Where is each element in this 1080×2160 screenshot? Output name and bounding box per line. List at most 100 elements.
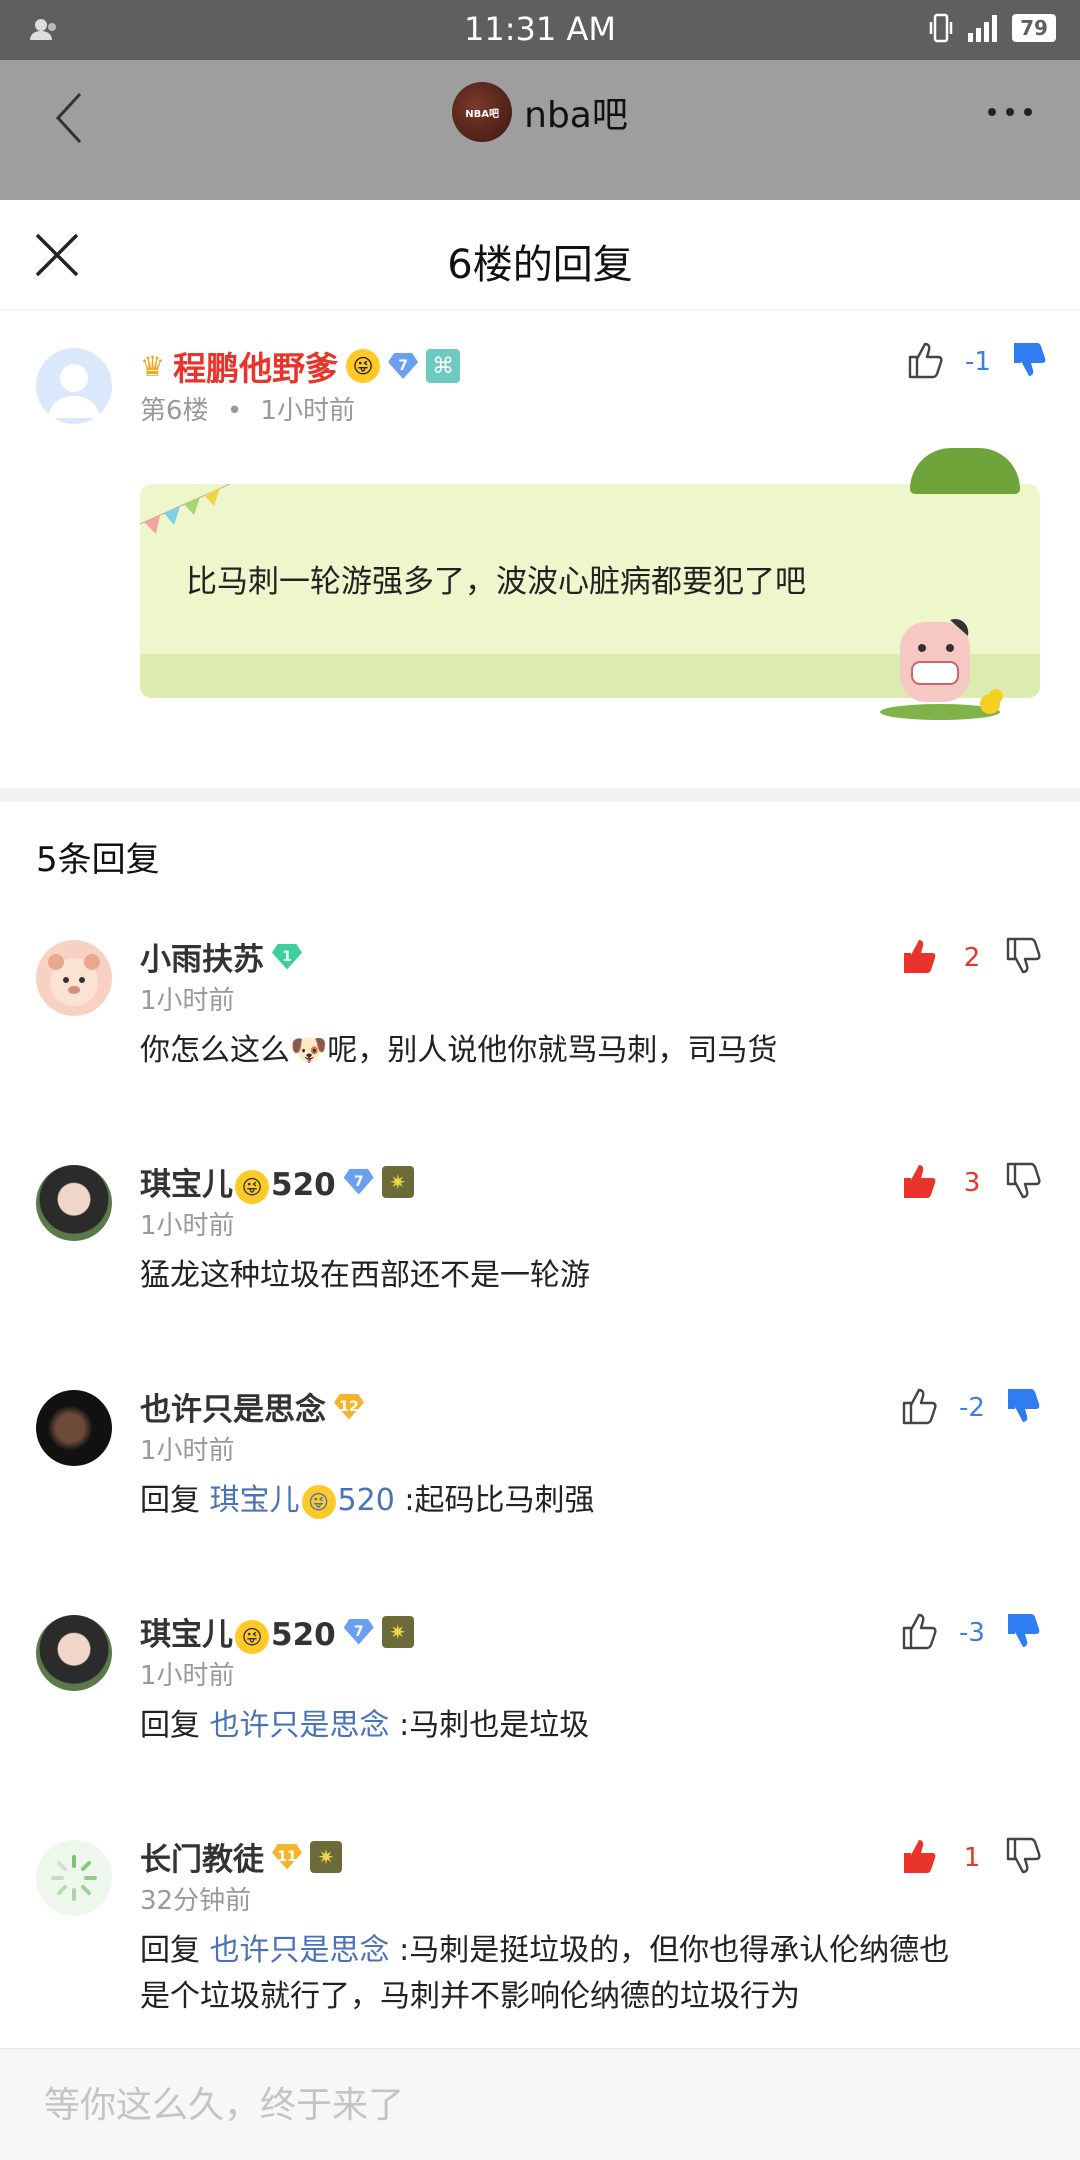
thumbs-down-icon[interactable] [1004,1161,1044,1205]
vote-count: 2 [963,943,981,973]
forum-title[interactable]: NBA吧 nba吧 [0,82,1080,142]
reply-time: 1小时前 [140,1436,235,1466]
reply-text: 你怎么这么 [140,1033,290,1068]
avatar[interactable] [36,1840,112,1916]
mention-link[interactable]: 也许只是思念 [210,1708,390,1743]
reply-text: :马刺是挺垃圾的，但你也得承认伦纳德也 [399,1933,950,1968]
reply-text: :起码比马刺强 [404,1483,595,1518]
thumbs-up-icon[interactable] [906,340,946,384]
mention-link[interactable]: 琪宝儿 😜 520 [209,1483,395,1519]
medal-icon: ✷ [381,1615,414,1648]
post-bubble: 比马刺一轮游强多了，波波心脏病都要犯了吧 [140,448,1040,720]
thumbs-up-icon[interactable] [900,1386,940,1430]
clock: 11:31 AM [464,10,616,48]
post-time: 1小时前 [260,396,355,426]
username-text: 琪宝儿 [140,1167,233,1203]
thumbs-down-icon[interactable] [1004,1836,1044,1880]
post-author-row: ♛ 程鹏他野爹 😜 7 ⌘ [140,342,461,390]
vote-count: -2 [959,1393,985,1423]
mention-text: 琪宝儿 [209,1483,300,1518]
reply-prefix: 回复 [140,1483,200,1518]
vote-count: 1 [963,1843,981,1873]
level-badge: 12 [334,1393,364,1420]
post-meta: 第6楼 • 1小时前 [140,390,355,427]
vote-group: -1 [906,340,1050,384]
vote-group: 1 [900,1836,1044,1880]
avatar[interactable] [36,1615,112,1691]
floor-number: 第6楼 [140,396,209,426]
level-badge: 7 [388,353,419,379]
username-text: 520 [271,1617,336,1653]
wink-emoji-icon: 😜 [235,1619,269,1654]
reply-time: 32分钟前 [140,1886,252,1916]
more-options-icon[interactable] [988,108,1032,116]
reply-author-row: 琪宝儿 😜 520 7 ✷ [140,1609,414,1654]
dog-emoji-icon: 🐶 [290,1033,328,1068]
reply-prefix: 回复 [140,1933,200,1968]
thumbs-up-filled-icon[interactable] [900,936,940,980]
reply-time: 1小时前 [140,986,235,1016]
reply-content: 回复 也许只是思念 :马刺也是垃圾 [140,1703,1050,1749]
avatar[interactable] [36,940,112,1016]
thumbs-down-filled-icon[interactable] [1004,1386,1044,1430]
thumbs-down-filled-icon[interactable] [1004,1611,1044,1655]
post-content: 比马刺一轮游强多了，波波心脏病都要犯了吧 [186,564,806,600]
mention-link[interactable]: 也许只是思念 [210,1933,390,1968]
status-right: 79 [928,12,1056,44]
crown-icon: ♛ [140,349,166,383]
reply-count: 5条回复 [36,840,160,880]
reply-text: 呢，别人说他你就骂马刺，司马货 [327,1033,778,1068]
reply-author-row: 也许只是思念 12 [140,1384,364,1429]
battery-indicator: 79 [1012,14,1056,42]
username-text: 琪宝儿 [140,1617,233,1653]
reply-author-row: 小雨扶苏 1 [140,934,302,979]
reply-prefix: 回复 [140,1708,200,1743]
thumbs-up-filled-icon[interactable] [900,1161,940,1205]
reply-text: :马刺也是垃圾 [399,1708,590,1743]
signal-icon [968,15,997,42]
avatar[interactable] [36,348,112,424]
thumbs-down-filled-icon[interactable] [1010,340,1050,384]
wink-emoji-icon: 😜 [346,349,381,383]
vote-group: -3 [900,1611,1044,1655]
reply-author-row: 琪宝儿 😜 520 7 ✷ [140,1159,414,1204]
avatar[interactable] [36,1165,112,1241]
reply-text: 是个垃圾就行了，马刺并不影响伦纳德的垃圾行为 [140,1979,800,2014]
thumbs-up-filled-icon[interactable] [900,1836,940,1880]
reply-content: 猛龙这种垃圾在西部还不是一轮游 [140,1258,590,1293]
wink-emoji-icon: 😜 [235,1169,269,1204]
mention-text: 520 [337,1483,395,1518]
member-icon: ⌘ [426,349,461,383]
vote-count: 3 [963,1168,981,1198]
reply-content: 回复 也许只是思念 :马刺是挺垃圾的，但你也得承认伦纳德也 是个垃圾就行了，马刺… [140,1928,1050,2020]
avatar[interactable] [36,1390,112,1466]
section-divider [0,788,1080,802]
level-badge: 7 [343,1168,374,1195]
reply-content: 你怎么这么🐶呢，别人说他你就骂马刺，司马货 [140,1028,1050,1074]
tree-decoration [910,448,1020,494]
forum-nav-bar: NBA吧 nba吧 [0,60,1080,200]
medal-icon: ✷ [310,1840,342,1873]
vote-group: 3 [900,1161,1044,1205]
medal-icon: ✷ [381,1165,414,1198]
username[interactable]: 小雨扶苏 [140,934,264,979]
thumbs-up-icon[interactable] [900,1611,940,1655]
username[interactable]: 琪宝儿 😜 520 [140,1609,336,1654]
vote-group: 2 [900,936,1044,980]
username[interactable]: 琪宝儿 😜 520 [140,1159,336,1204]
reply-input-bar [0,2048,1080,2160]
username[interactable]: 也许只是思念 [140,1384,326,1429]
reply-input[interactable] [44,2075,1024,2135]
thumbs-down-icon[interactable] [1004,936,1044,980]
wink-emoji-icon: 😜 [301,1484,336,1519]
reply-time: 1小时前 [140,1661,235,1691]
reply-content: 回复 琪宝儿 😜 520 :起码比马刺强 [140,1478,1050,1524]
username[interactable]: 长门教徒 [140,1834,264,1879]
floor-post: ♛ 程鹏他野爹 😜 7 ⌘ 第6楼 • 1小时前 -1 比马刺一轮游强多了，波波… [0,310,1080,788]
mascot-decoration [880,618,1003,720]
vibrate-icon [929,13,953,43]
username[interactable]: 程鹏他野爹 [173,342,338,390]
level-badge: 7 [343,1618,374,1645]
vote-group: -2 [900,1386,1044,1430]
vote-count: -1 [965,347,991,377]
